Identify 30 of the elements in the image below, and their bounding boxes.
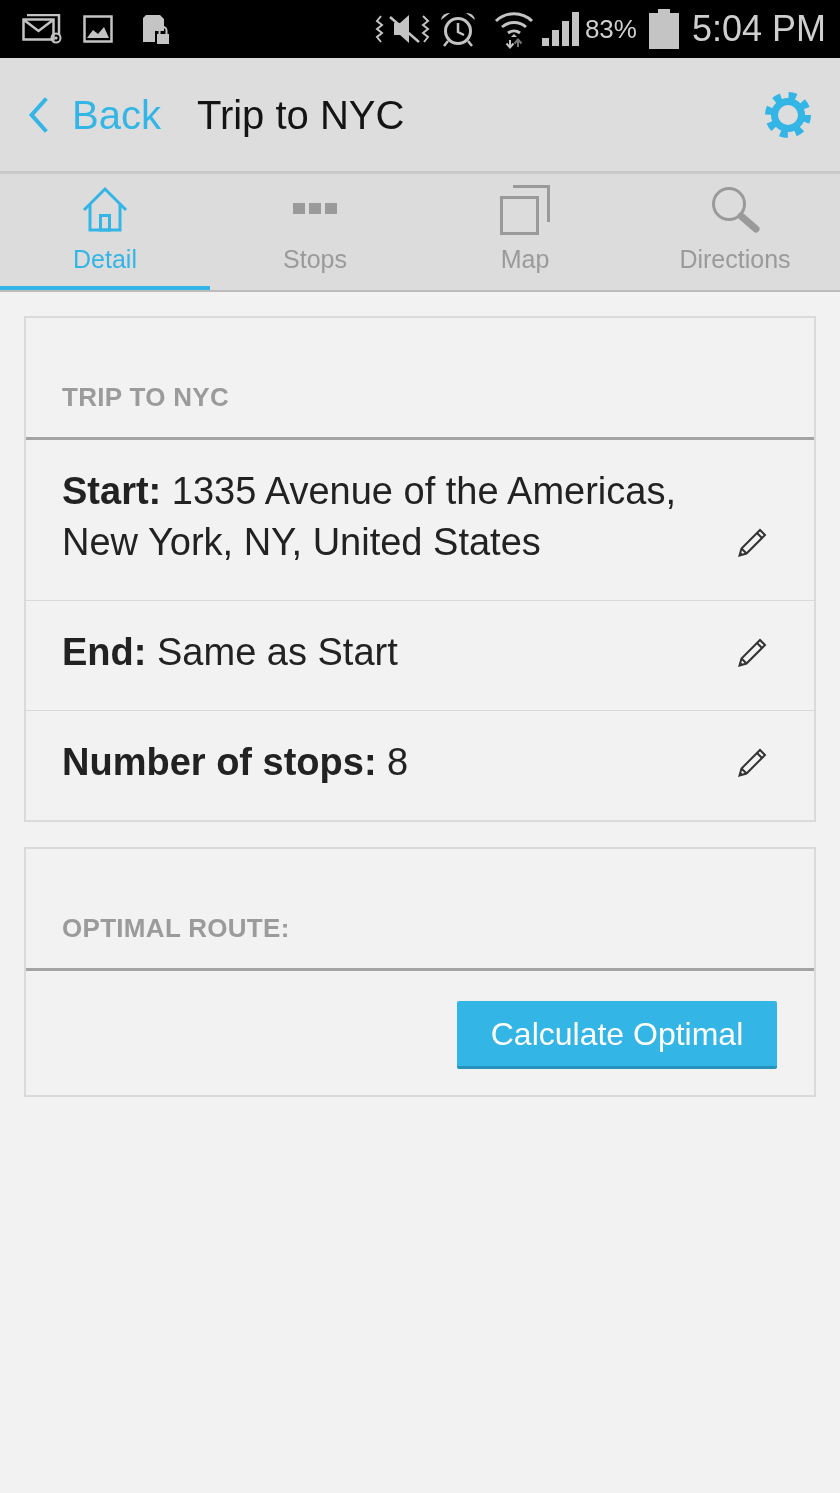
tab[interactable]: Detail [0,174,210,290]
home-icon [81,185,129,233]
tab[interactable]: Map [420,174,630,290]
section-header: OPTIMAL ROUTE: [26,849,814,971]
pencil-icon[interactable] [737,636,768,668]
detail-text: End: Same as Start [62,630,399,675]
alarm-clock-icon [438,11,477,47]
chevron-left-icon [28,95,50,134]
clock-time: 5:04 PM [691,8,826,50]
pencil-icon[interactable] [737,746,768,778]
overlapping-squares-icon [500,185,550,235]
image-icon [83,15,113,43]
detail-text: Number of stops: 8 [62,740,410,785]
pencil-icon[interactable] [737,526,768,558]
speaker-muted-icon [374,12,431,46]
tab[interactable]: Directions [630,174,840,290]
screen-title: Trip to NYC [196,91,405,139]
wifi-icon [493,9,534,49]
dots-icon [293,203,337,214]
envelope-icon [22,14,62,44]
battery-icon [648,9,679,49]
calculate-button[interactable]: Calculate Optimal [457,1001,777,1069]
back-button[interactable]: Back [28,90,161,139]
sd-card-lock-icon [142,14,170,44]
detail-text: Start: 1335 Avenue of the Americas, New York, NY, United States [62,469,677,565]
signal-icon [541,12,579,46]
battery-percent: 83% [584,14,637,44]
section-header: TRIP TO NYC [26,318,814,440]
tab[interactable]: Stops [210,174,420,290]
search-icon [710,186,760,233]
